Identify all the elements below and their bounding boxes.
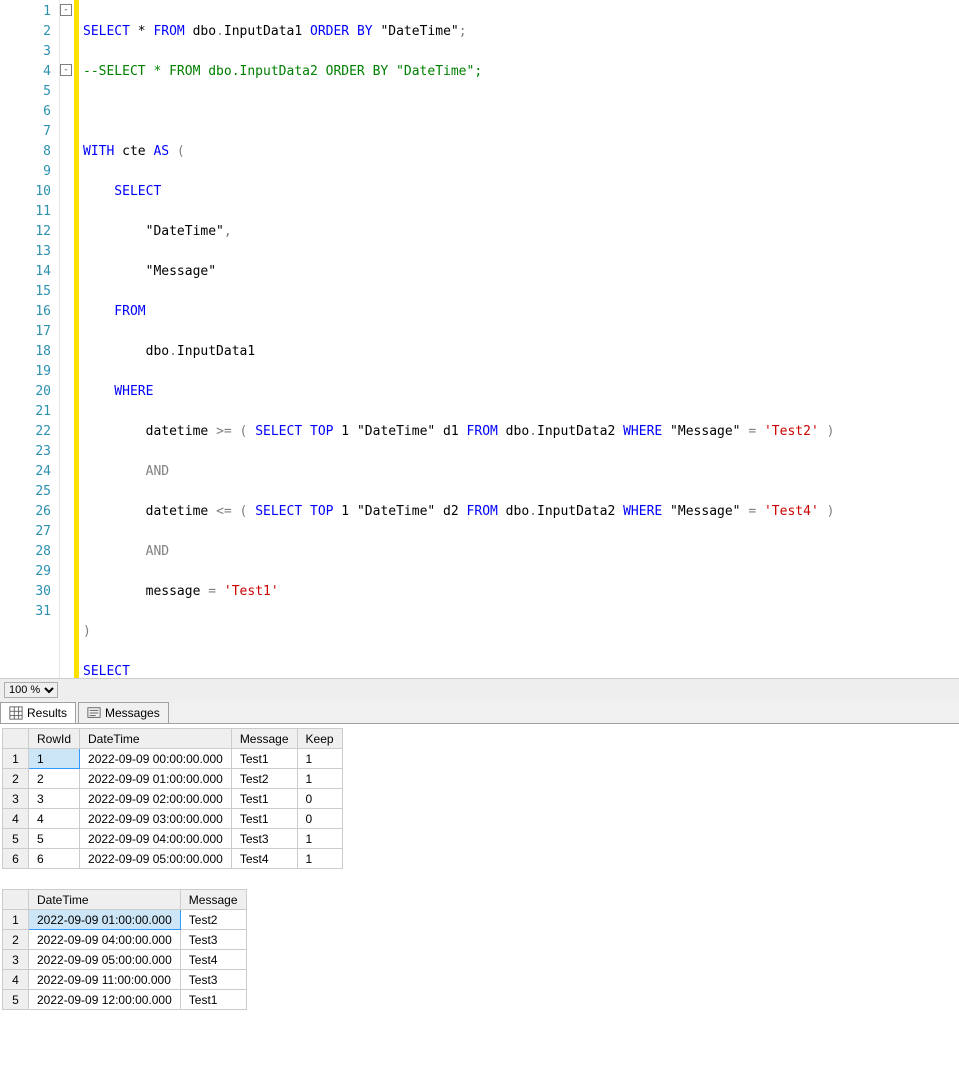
row-header[interactable]: 2 — [3, 930, 29, 950]
table-row[interactable]: 42022-09-09 11:00:00.000Test3 — [3, 970, 247, 990]
tab-messages[interactable]: Messages — [78, 702, 169, 723]
cell[interactable]: Test3 — [180, 970, 246, 990]
table-row[interactable]: 32022-09-09 05:00:00.000Test4 — [3, 950, 247, 970]
messages-icon — [87, 706, 101, 720]
cell[interactable]: 1 — [297, 769, 342, 789]
cell[interactable]: 2022-09-09 11:00:00.000 — [29, 970, 181, 990]
cell[interactable]: 2022-09-09 04:00:00.000 — [29, 930, 181, 950]
code-area[interactable]: 12345678910 11121314151617181920 2122232… — [0, 0, 959, 678]
row-header[interactable]: 5 — [3, 829, 29, 849]
cell[interactable]: Test1 — [231, 749, 297, 769]
cell[interactable]: 6 — [29, 849, 80, 869]
cell[interactable]: Test4 — [180, 950, 246, 970]
cell[interactable]: 2022-09-09 03:00:00.000 — [80, 809, 232, 829]
cell[interactable]: 1 — [297, 749, 342, 769]
row-header[interactable]: 4 — [3, 809, 29, 829]
cell[interactable]: Test1 — [180, 990, 246, 1010]
zoom-select[interactable]: 100 % — [4, 682, 58, 698]
cell[interactable]: 1 — [297, 829, 342, 849]
table-row[interactable]: 332022-09-09 02:00:00.000Test10 — [3, 789, 343, 809]
cell[interactable]: 2022-09-09 02:00:00.000 — [80, 789, 232, 809]
cell[interactable]: 0 — [297, 809, 342, 829]
grid-icon — [9, 706, 23, 720]
cell[interactable]: 2022-09-09 00:00:00.000 — [80, 749, 232, 769]
zoom-bar: 100 % — [0, 678, 959, 700]
cell[interactable]: Test3 — [180, 930, 246, 950]
table-row[interactable]: 552022-09-09 04:00:00.000Test31 — [3, 829, 343, 849]
code-text[interactable]: SELECT * FROM dbo.InputData1 ORDER BY "D… — [79, 0, 959, 678]
results-pane[interactable]: RowId DateTime Message Keep 112022-09-09… — [0, 724, 959, 1081]
line-number-gutter: 12345678910 11121314151617181920 2122232… — [0, 0, 60, 678]
tab-label: Results — [27, 706, 67, 720]
grid-corner[interactable] — [3, 890, 29, 910]
row-header[interactable]: 2 — [3, 769, 29, 789]
cell[interactable]: 2022-09-09 05:00:00.000 — [80, 849, 232, 869]
table-row[interactable]: 52022-09-09 12:00:00.000Test1 — [3, 990, 247, 1010]
table-row[interactable]: 112022-09-09 00:00:00.000Test11 — [3, 749, 343, 769]
cell[interactable]: 5 — [29, 829, 80, 849]
table-row[interactable]: 442022-09-09 03:00:00.000Test10 — [3, 809, 343, 829]
cell[interactable]: 0 — [297, 789, 342, 809]
fold-marker-icon[interactable]: - — [60, 64, 72, 76]
row-header[interactable]: 3 — [3, 789, 29, 809]
cell[interactable]: Test2 — [180, 910, 246, 930]
results-grid-2[interactable]: DateTime Message 12022-09-09 01:00:00.00… — [2, 889, 247, 1010]
cell[interactable]: 2022-09-09 04:00:00.000 — [80, 829, 232, 849]
col-header-keep[interactable]: Keep — [297, 729, 342, 749]
cell[interactable]: 2022-09-09 01:00:00.000 — [80, 769, 232, 789]
table-row[interactable]: 662022-09-09 05:00:00.000Test41 — [3, 849, 343, 869]
row-header[interactable]: 6 — [3, 849, 29, 869]
col-header-rowid[interactable]: RowId — [29, 729, 80, 749]
cell[interactable]: Test4 — [231, 849, 297, 869]
results-tabs: Results Messages — [0, 700, 959, 724]
cell[interactable]: 2022-09-09 01:00:00.000 — [29, 910, 181, 930]
table-row[interactable]: 222022-09-09 01:00:00.000Test21 — [3, 769, 343, 789]
results-grid-1[interactable]: RowId DateTime Message Keep 112022-09-09… — [2, 728, 343, 869]
cell[interactable]: 3 — [29, 789, 80, 809]
editor-pane: 12345678910 11121314151617181920 2122232… — [0, 0, 959, 700]
table-row[interactable]: 22022-09-09 04:00:00.000Test3 — [3, 930, 247, 950]
cell[interactable]: Test2 — [231, 769, 297, 789]
cell[interactable]: 1 — [297, 849, 342, 869]
row-header[interactable]: 1 — [3, 910, 29, 930]
cell[interactable]: 4 — [29, 809, 80, 829]
table-row[interactable]: 12022-09-09 01:00:00.000Test2 — [3, 910, 247, 930]
cell[interactable]: Test3 — [231, 829, 297, 849]
fold-column: - - — [60, 0, 74, 678]
col-header-datetime[interactable]: DateTime — [80, 729, 232, 749]
cell[interactable]: 2022-09-09 12:00:00.000 — [29, 990, 181, 1010]
row-header[interactable]: 1 — [3, 749, 29, 769]
col-header-message[interactable]: Message — [180, 890, 246, 910]
cell[interactable]: 2 — [29, 769, 80, 789]
fold-marker-icon[interactable]: - — [60, 4, 72, 16]
grid-corner[interactable] — [3, 729, 29, 749]
cell[interactable]: 1 — [29, 749, 80, 769]
row-header[interactable]: 3 — [3, 950, 29, 970]
row-header[interactable]: 5 — [3, 990, 29, 1010]
col-header-datetime[interactable]: DateTime — [29, 890, 181, 910]
tab-results[interactable]: Results — [0, 702, 76, 723]
cell[interactable]: Test1 — [231, 789, 297, 809]
cell[interactable]: Test1 — [231, 809, 297, 829]
col-header-message[interactable]: Message — [231, 729, 297, 749]
tab-label: Messages — [105, 706, 160, 720]
row-header[interactable]: 4 — [3, 970, 29, 990]
cell[interactable]: 2022-09-09 05:00:00.000 — [29, 950, 181, 970]
